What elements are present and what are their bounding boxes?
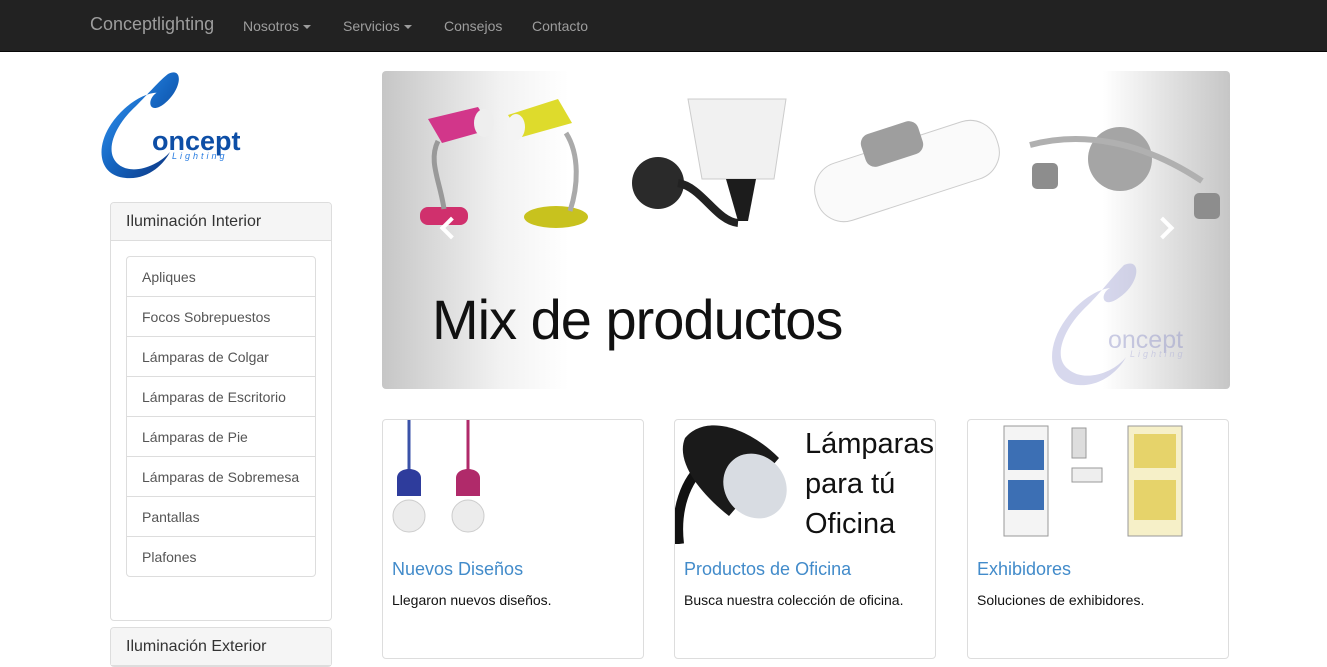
card-text: Llegaron nuevos diseños. (392, 592, 552, 608)
sconce-wall-plate (632, 157, 684, 209)
concept-logo[interactable]: oncept Lighting (88, 68, 258, 184)
office-image-line: para tú (805, 468, 896, 500)
watermark-sub: Lighting (1130, 349, 1186, 359)
pink-lamp-arm (431, 139, 447, 210)
category-focos-sobrepuestos[interactable]: Focos Sobrepuestos (126, 296, 316, 337)
blue-pendant (397, 469, 421, 496)
pink-lamp-bulb (474, 109, 494, 137)
category-plafones[interactable]: Plafones (126, 536, 316, 577)
carousel-next-chevron-icon[interactable] (1154, 216, 1176, 238)
bulb-right (451, 499, 485, 533)
card-title[interactable]: Productos de Oficina (684, 559, 851, 580)
card-productos-oficina: Lámparas para tú Oficina Productos de Of… (674, 419, 936, 659)
sconce-holder (726, 179, 756, 221)
top-navbar: Conceptlighting Nosotros Servicios Conse… (0, 0, 1327, 52)
sconce-shade (687, 98, 787, 180)
card-text: Soluciones de exhibidores. (977, 592, 1145, 608)
caret-down-icon (403, 25, 412, 30)
navbar-brand[interactable]: Conceptlighting (90, 14, 214, 35)
category-list: Apliques Focos Sobrepuestos Lámparas de … (126, 256, 316, 577)
nav-item-consejos[interactable]: Consejos (444, 18, 502, 34)
card-title[interactable]: Exhibidores (977, 559, 1071, 580)
office-image-line: Oficina (805, 508, 896, 540)
nav-item-servicios[interactable]: Servicios (343, 18, 412, 34)
bulb-left (392, 499, 426, 533)
carousel-product-image (420, 98, 1220, 228)
office-image-text: Lámparas para tú Oficina (805, 424, 934, 544)
yellow-lamp-bulb (507, 114, 525, 140)
nav-item-nosotros[interactable]: Nosotros (243, 18, 312, 34)
category-lamparas-colgar[interactable]: Lámparas de Colgar (126, 336, 316, 377)
category-pantallas[interactable]: Pantallas (126, 496, 316, 537)
nav-item-contacto[interactable]: Contacto (532, 18, 588, 34)
panel-heading[interactable]: Iluminación Exterior (111, 628, 331, 666)
spot-right (1194, 193, 1220, 219)
nav-label: Servicios (343, 18, 400, 34)
magenta-pendant (456, 469, 480, 496)
spot-bar-plate (1088, 127, 1152, 191)
yellow-lamp-base (524, 206, 588, 228)
pendant-lamps-image (392, 420, 485, 533)
product-carousel: Mix de productos oncept Lighting (382, 71, 1230, 389)
caret-down-icon (303, 25, 312, 30)
category-lamparas-escritorio[interactable]: Lámparas de Escritorio (126, 376, 316, 417)
display-stands-image (1003, 425, 1183, 537)
yellow-lamp-arm (563, 131, 579, 212)
card-title[interactable]: Nuevos Diseños (392, 559, 523, 580)
card-exhibidores: Exhibidores Soluciones de exhibidores. (967, 419, 1229, 659)
card-nuevos-disenos: Nuevos Diseños Llegaron nuevos diseños. (382, 419, 644, 659)
logo-sub: Lighting (172, 151, 228, 161)
category-lamparas-sobremesa[interactable]: Lámparas de Sobremesa (126, 456, 316, 497)
panel-iluminacion-interior: Iluminación Interior Apliques Focos Sobr… (110, 202, 332, 621)
watermark-logo: oncept Lighting (1052, 263, 1186, 386)
category-apliques[interactable]: Apliques (126, 256, 316, 297)
watermark-c-shape (1052, 263, 1137, 386)
card-text: Busca nuestra colección de oficina. (684, 592, 904, 608)
office-image-line: Lámparas (805, 428, 934, 460)
nav-label: Nosotros (243, 18, 300, 34)
carousel-caption: Mix de productos (432, 288, 843, 351)
spot-left (1032, 163, 1058, 189)
carousel-prev-chevron-icon[interactable] (436, 216, 458, 238)
panel-heading: Iluminación Interior (111, 203, 331, 241)
category-lamparas-pie[interactable]: Lámparas de Pie (126, 416, 316, 457)
panel-iluminacion-exterior: Iluminación Exterior (110, 627, 332, 667)
